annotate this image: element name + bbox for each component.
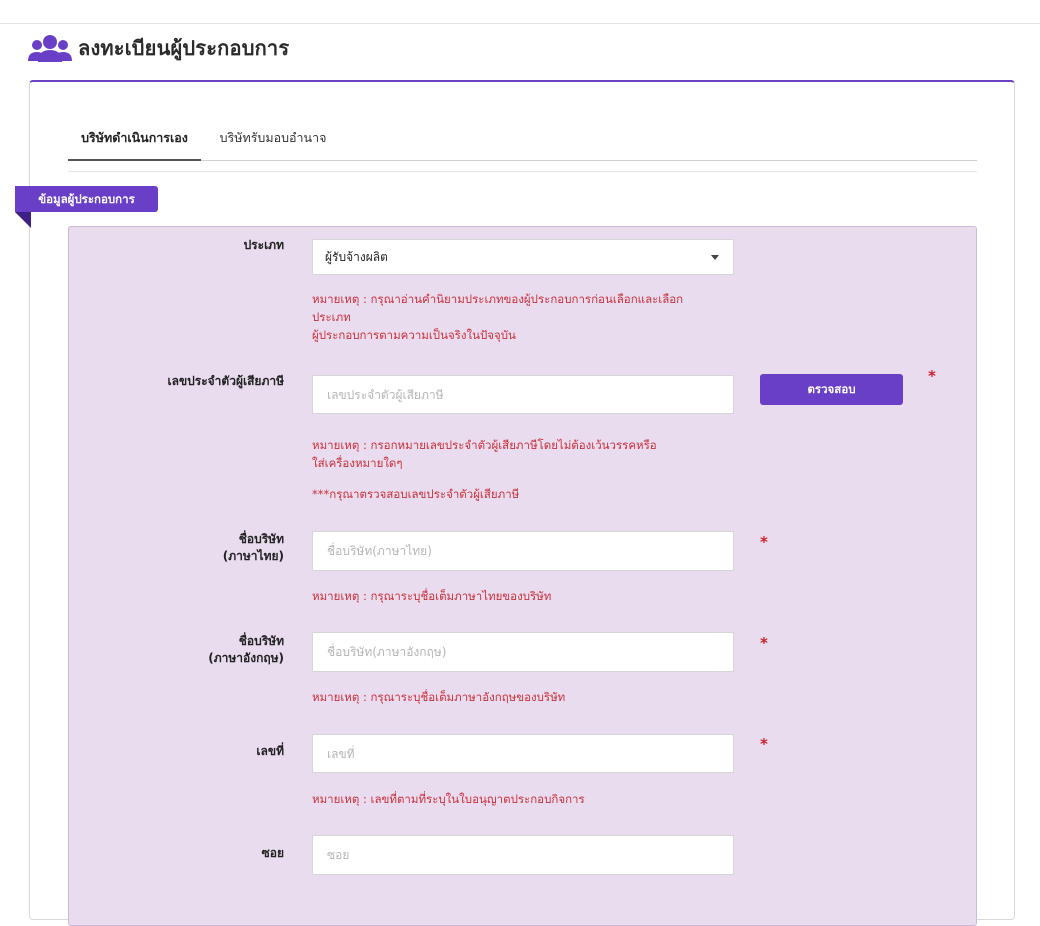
- type-note-line2: ประเภท: [312, 310, 351, 324]
- company-th-label-line1: ชื่อบริษัท: [238, 532, 284, 546]
- users-group-icon: [28, 35, 72, 62]
- type-note: หมายเหตุ : กรุณาอ่านคำนิยามประเภทของผู้ป…: [312, 290, 683, 344]
- house-no-input[interactable]: [312, 734, 734, 773]
- tax-id-warning: ***กรุณาตรวจสอบเลขประจำตัวผู้เสียภาษี: [312, 487, 520, 501]
- tax-id-note-line2: ใส่เครื่องหมายใดๆ: [312, 456, 403, 470]
- tax-id-note-line1: หมายเหตุ : กรอกหมายเลขประจำตัวผู้เสียภาษ…: [312, 438, 657, 452]
- type-label: ประเภท: [243, 238, 284, 252]
- company-th-required-mark: *: [760, 533, 768, 551]
- house-no-label: เลขที่: [256, 744, 284, 758]
- soi-label: ซอย: [261, 846, 284, 860]
- company-en-note: หมายเหตุ : กรุณาระบุชื่อเต็มภาษาอังกฤษขอ…: [312, 690, 566, 704]
- company-th-label: ชื่อบริษัท (ภาษาไทย): [223, 531, 284, 565]
- ribbon-fold: [15, 212, 31, 228]
- tax-id-label: เลขประจำตัวผู้เสียภาษี: [167, 374, 284, 388]
- registration-card: บริษัทดำเนินการเอง บริษัทรับมอบอำนาจ ข้อ…: [15, 80, 1015, 926]
- page-title: ลงทะเบียนผู้ประกอบการ: [78, 36, 290, 60]
- caret-down-icon: [711, 255, 719, 260]
- section-ribbon: ข้อมูลผู้ประกอบการ: [15, 186, 158, 212]
- tax-id-input[interactable]: [312, 375, 734, 414]
- divider: [68, 171, 977, 172]
- tab-authorized[interactable]: บริษัทรับมอบอำนาจ: [208, 122, 338, 159]
- top-bar: [0, 0, 1040, 24]
- type-note-line3: ผู้ประกอบการตามความเป็นจริงในปัจจุบัน: [312, 328, 516, 342]
- company-en-label: ชื่อบริษัท (ภาษาอังกฤษ): [208, 633, 284, 667]
- company-en-required-mark: *: [760, 634, 768, 652]
- tab-bar: บริษัทดำเนินการเอง บริษัทรับมอบอำนาจ: [68, 122, 977, 161]
- house-no-note: หมายเหตุ : เลขที่ตามที่ระบุในใบอนุญาตประ…: [312, 792, 585, 806]
- company-en-label-line2: (ภาษาอังกฤษ): [208, 651, 284, 665]
- company-th-label-line2: (ภาษาไทย): [222, 549, 284, 563]
- company-en-label-line1: ชื่อบริษัท: [238, 634, 284, 648]
- page-header: ลงทะเบียนผู้ประกอบการ: [28, 33, 289, 63]
- type-select[interactable]: ผู้รับจ้างผลิต: [312, 239, 734, 275]
- operator-info-panel: ประเภท ผู้รับจ้างผลิต หมายเหตุ : กรุณาอ่…: [68, 226, 977, 926]
- type-select-value: ผู้รับจ้างผลิต: [325, 250, 388, 264]
- tab-self-operated[interactable]: บริษัทดำเนินการเอง: [68, 122, 201, 161]
- tax-id-note: หมายเหตุ : กรอกหมายเลขประจำตัวผู้เสียภาษ…: [312, 436, 657, 472]
- soi-input[interactable]: [312, 835, 734, 875]
- verify-button[interactable]: ตรวจสอบ: [760, 374, 903, 405]
- tax-id-required-mark: *: [928, 367, 936, 385]
- company-th-input[interactable]: [312, 531, 734, 571]
- company-th-note: หมายเหตุ : กรุณาระบุชื่อเต็มภาษาไทยของบร…: [312, 589, 552, 603]
- type-note-line1: หมายเหตุ : กรุณาอ่านคำนิยามประเภทของผู้ป…: [312, 292, 684, 306]
- house-no-required-mark: *: [760, 735, 768, 753]
- company-en-input[interactable]: [312, 632, 734, 672]
